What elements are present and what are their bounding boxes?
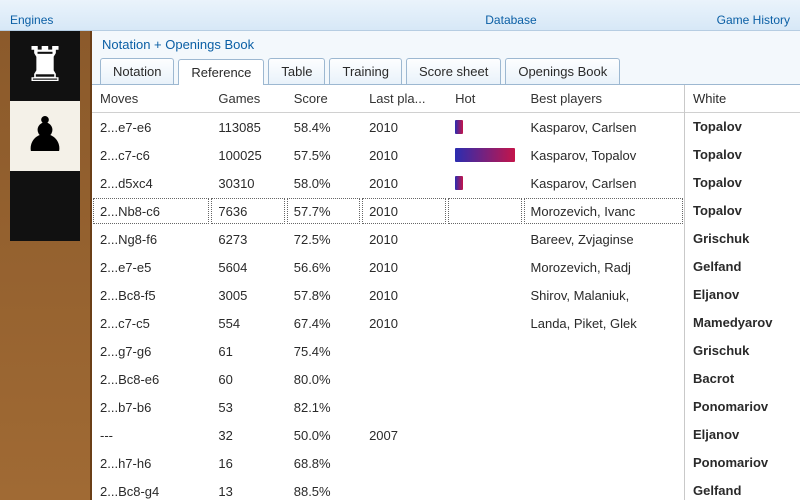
white-player-row[interactable]: Gelfand [685, 253, 800, 281]
square-empty [10, 171, 80, 241]
ribbon-group-database[interactable]: Database [485, 13, 536, 30]
tab-strip: NotationReferenceTableTrainingScore shee… [92, 58, 800, 84]
panel-title: Notation + Openings Book [92, 31, 800, 58]
table-row[interactable]: 2...c7-c555467.4%2010Landa, Piket, Glek [92, 309, 684, 337]
white-player-row[interactable]: Bacrot [685, 365, 800, 393]
white-player-row[interactable]: Ponomariov [685, 449, 800, 477]
white-player-row[interactable]: Grischuk [685, 225, 800, 253]
hot-bar [455, 176, 463, 190]
col-hot[interactable]: Hot [447, 85, 522, 113]
tab-table[interactable]: Table [268, 58, 325, 84]
ribbon-group-history[interactable]: Game History [717, 13, 790, 30]
hot-bar [455, 148, 515, 162]
ribbon-bar: Engines Database Game History [0, 0, 800, 31]
tab-training[interactable]: Training [329, 58, 401, 84]
col-last-played[interactable]: Last pla... [361, 85, 447, 113]
table-row[interactable]: 2...Ng8-f6627372.5%2010Bareev, Zvjaginse [92, 225, 684, 253]
col-games[interactable]: Games [210, 85, 285, 113]
tab-score-sheet[interactable]: Score sheet [406, 58, 501, 84]
table-row[interactable]: 2...Bc8-e66080.0% [92, 365, 684, 393]
white-player-row[interactable]: Gelfand [685, 477, 800, 500]
table-row[interactable]: ---3250.0%2007 [92, 421, 684, 449]
table-row[interactable]: 2...b7-b65382.1% [92, 393, 684, 421]
white-players-panel[interactable]: White TopalovTopalovTopalovTopalovGrisch… [684, 85, 800, 500]
table-row[interactable]: 2...Bc8-g41388.5% [92, 477, 684, 500]
hot-bar [455, 120, 463, 134]
col-moves[interactable]: Moves [92, 85, 210, 113]
square-pawn: ♟ [10, 101, 80, 171]
tab-reference[interactable]: Reference [178, 59, 264, 85]
table-row[interactable]: 2...Nb8-c6763657.7%2010Morozevich, Ivanc [92, 197, 684, 225]
reference-grid[interactable]: Moves Games Score Last pla... Hot Best p… [92, 85, 684, 500]
table-row[interactable]: 2...e7-e5560456.6%2010Morozevich, Radj [92, 253, 684, 281]
col-white[interactable]: White [685, 85, 800, 113]
tab-openings-book[interactable]: Openings Book [505, 58, 620, 84]
white-player-row[interactable]: Eljanov [685, 281, 800, 309]
white-player-row[interactable]: Mamedyarov [685, 309, 800, 337]
white-player-row[interactable]: Eljanov [685, 421, 800, 449]
ribbon-group-engines[interactable]: Engines [10, 13, 53, 30]
white-player-row[interactable]: Topalov [685, 197, 800, 225]
col-score[interactable]: Score [286, 85, 361, 113]
col-best-players[interactable]: Best players [523, 85, 684, 113]
table-row[interactable]: 2...d5xc43031058.0%2010Kasparov, Carlsen [92, 169, 684, 197]
square-rook: ♜ [10, 31, 80, 101]
white-player-row[interactable]: Grischuk [685, 337, 800, 365]
table-row[interactable]: 2...Bc8-f5300557.8%2010Shirov, Malaniuk, [92, 281, 684, 309]
white-player-row[interactable]: Topalov [685, 141, 800, 169]
table-row[interactable]: 2...g7-g66175.4% [92, 337, 684, 365]
chess-board-strip: ♜ ♟ [0, 31, 92, 500]
table-row[interactable]: 2...c7-c610002557.5%2010Kasparov, Topalo… [92, 141, 684, 169]
white-player-row[interactable]: Topalov [685, 113, 800, 141]
white-player-row[interactable]: Topalov [685, 169, 800, 197]
tab-notation[interactable]: Notation [100, 58, 174, 84]
table-row[interactable]: 2...h7-h61668.8% [92, 449, 684, 477]
table-row[interactable]: 2...e7-e611308558.4%2010Kasparov, Carlse… [92, 113, 684, 142]
white-player-row[interactable]: Ponomariov [685, 393, 800, 421]
